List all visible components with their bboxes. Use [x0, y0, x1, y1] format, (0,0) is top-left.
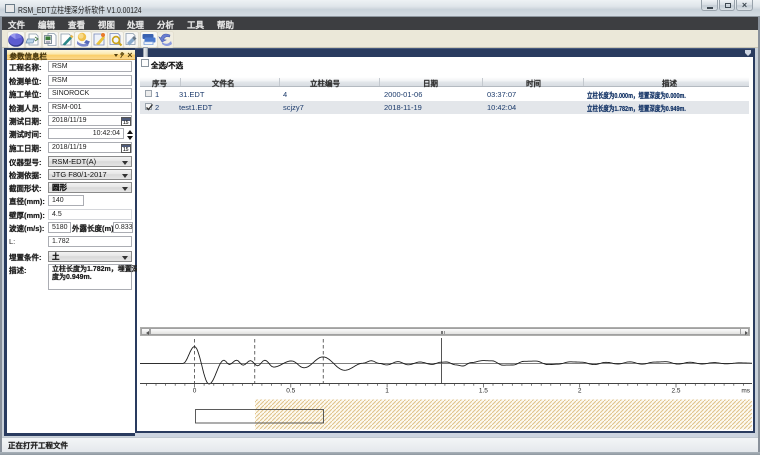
svg-text:1.5: 1.5	[479, 388, 488, 395]
svg-text:2.5: 2.5	[671, 388, 680, 395]
svg-text:ms: ms	[741, 388, 750, 395]
svg-text:0.5: 0.5	[286, 388, 295, 395]
svg-text:1: 1	[385, 388, 389, 395]
svg-text:2: 2	[578, 388, 582, 395]
svg-text:0: 0	[193, 388, 197, 395]
